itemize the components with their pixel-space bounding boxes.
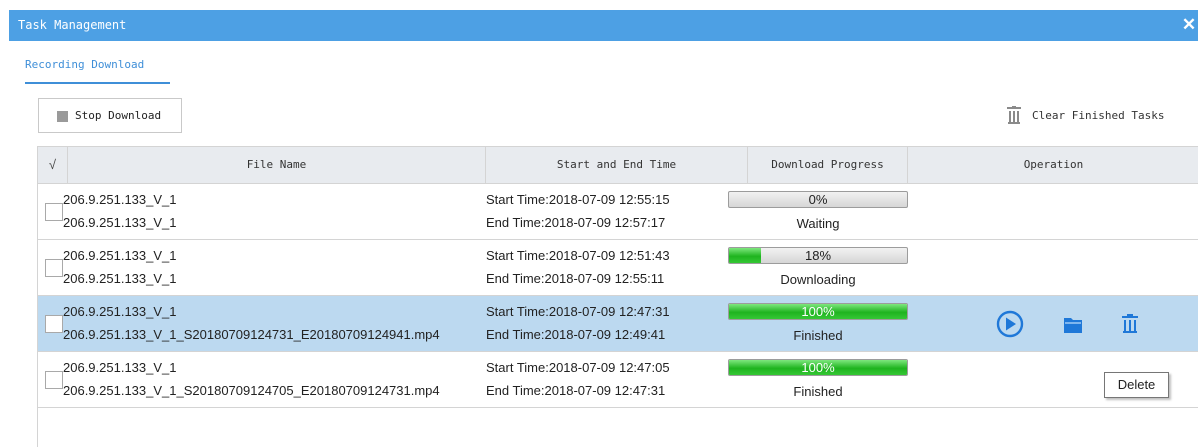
file-name-device: 206.9.251.133_V_1 [63,304,177,319]
file-name: 206.9.251.133_V_1_S20180709124731_E20180… [63,327,440,342]
file-name-device: 206.9.251.133_V_1 [63,248,177,263]
file-name: 206.9.251.133_V_1_S20180709124705_E20180… [63,383,440,398]
tab-recording-download[interactable]: Recording Download [25,58,144,84]
download-status: Finished [793,384,843,399]
progress-percent: 100% [801,360,835,375]
stop-download-label: Stop Download [75,109,162,122]
table-row[interactable]: 206.9.251.133_V_1 206.9.251.133_V_1_S201… [38,296,1198,352]
table-row[interactable]: 206.9.251.133_V_1 206.9.251.133_V_1 Star… [38,184,1198,240]
end-time: End Time:2018-07-09 12:49:41 [486,327,666,342]
select-all-header[interactable]: √ [38,147,68,184]
file-name-device: 206.9.251.133_V_1 [63,360,177,375]
trash-icon [1007,106,1021,124]
download-status: Finished [793,328,843,343]
progress-bar: 0% [728,191,908,208]
stop-square-icon [57,111,68,122]
end-time: End Time:2018-07-09 12:57:17 [486,215,666,230]
window-title: Task Management [18,18,127,32]
start-time: Start Time:2018-07-09 12:47:31 [486,304,670,319]
table-header: √ File Name Start and End Time Download … [38,146,1198,184]
title-bar: Task Management ✕ [9,10,1198,41]
download-status: Downloading [780,272,856,287]
task-table: √ File Name Start and End Time Download … [37,146,1198,447]
active-tab-indicator [25,82,170,84]
end-time: End Time:2018-07-09 12:55:11 [486,271,665,286]
start-time: Start Time:2018-07-09 12:55:15 [486,192,670,207]
progress-percent: 100% [801,304,835,319]
table-row[interactable]: 206.9.251.133_V_1 206.9.251.133_V_1_S201… [38,352,1198,408]
download-status: Waiting [796,216,840,231]
file-name: 206.9.251.133_V_1 [63,271,177,286]
clear-finished-tasks-label: Clear Finished Tasks [1032,109,1165,122]
progress-bar: 100% [728,359,908,376]
close-icon[interactable]: ✕ [1180,14,1198,36]
trash-icon[interactable] [1121,310,1139,338]
row-checkbox[interactable] [45,203,63,221]
row-checkbox[interactable] [45,315,63,333]
file-name-device: 206.9.251.133_V_1 [63,192,177,207]
column-header-file-name: File Name [68,147,486,184]
progress-bar: 100% [728,303,908,320]
table-row[interactable]: 206.9.251.133_V_1 206.9.251.133_V_1 Star… [38,240,1198,296]
column-header-start-end-time: Start and End Time [486,147,748,184]
folder-icon[interactable] [1063,310,1083,338]
delete-tooltip: Delete [1104,372,1169,398]
play-icon[interactable] [995,310,1025,338]
stop-download-button[interactable]: Stop Download [38,98,182,133]
start-time: Start Time:2018-07-09 12:47:05 [486,360,670,375]
column-header-download-progress: Download Progress [748,147,908,184]
progress-percent: 0% [808,192,828,207]
progress-bar: 18% [728,247,908,264]
start-time: Start Time:2018-07-09 12:51:43 [486,248,670,263]
end-time: End Time:2018-07-09 12:47:31 [486,383,666,398]
row-checkbox[interactable] [45,371,63,389]
progress-percent: 18% [804,248,832,263]
column-header-operation: Operation [1023,158,1084,171]
file-name: 206.9.251.133_V_1 [63,215,177,230]
row-checkbox[interactable] [45,259,63,277]
